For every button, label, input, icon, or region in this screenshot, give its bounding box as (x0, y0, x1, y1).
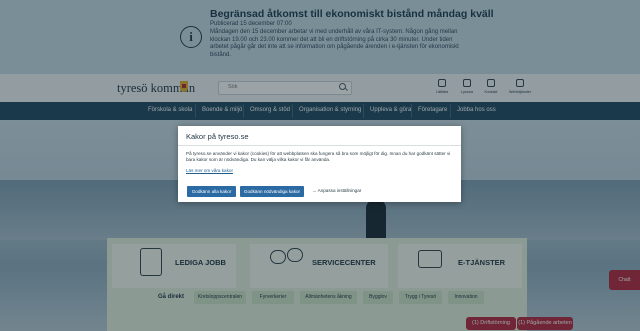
modal-divider (178, 145, 461, 146)
cookie-modal: Kakor på tyreso.se På tyreso.se använder… (178, 126, 461, 202)
customize-settings-link[interactable]: → Anpassa inställningar (312, 188, 361, 193)
accept-necessary-button[interactable]: Godkänn nödvändiga kakor (240, 186, 304, 197)
read-more-link[interactable]: Läs mer om våra kakor (186, 168, 233, 173)
modal-text: På tyreso.se använder vi kakor (cookies)… (186, 151, 451, 163)
accept-all-button[interactable]: Godkänn alla kakor (187, 186, 236, 197)
modal-title: Kakor på tyreso.se (186, 132, 249, 141)
